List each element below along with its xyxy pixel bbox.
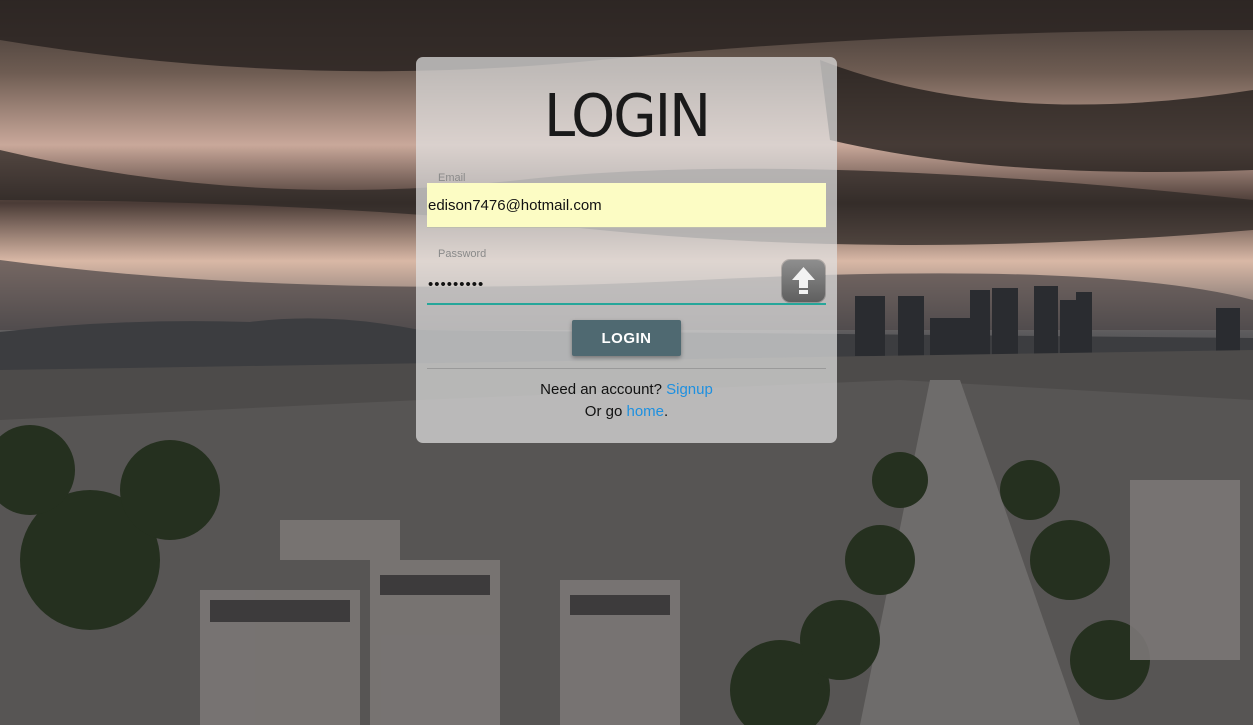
email-field[interactable] bbox=[427, 183, 826, 228]
upload-arrow-icon bbox=[792, 267, 815, 294]
login-button[interactable]: LOGIN bbox=[572, 320, 681, 356]
login-panel: LOGIN Email Password LOGIN Need an accou… bbox=[416, 57, 837, 443]
signup-link[interactable]: Signup bbox=[666, 381, 713, 398]
account-prompt: Need an account? bbox=[540, 381, 662, 398]
go-prefix: Or go bbox=[584, 403, 623, 420]
home-line: Or go home. bbox=[416, 403, 837, 420]
home-link[interactable]: home bbox=[626, 403, 664, 420]
signup-line: Need an account? Signup bbox=[416, 381, 837, 398]
password-field[interactable] bbox=[427, 265, 826, 305]
password-label: Password bbox=[438, 248, 487, 260]
login-title: LOGIN bbox=[543, 82, 711, 151]
password-manager-button[interactable] bbox=[782, 260, 825, 302]
divider bbox=[427, 368, 826, 369]
go-suffix: . bbox=[664, 403, 669, 420]
